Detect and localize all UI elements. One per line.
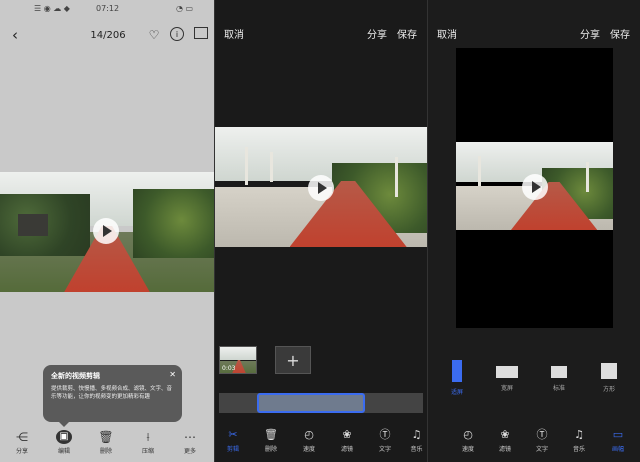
tool-speed[interactable]: ◴ 速度	[450, 428, 486, 453]
trim-selection[interactable]	[257, 393, 365, 413]
status-time: 07:12	[96, 4, 120, 13]
tool-speed-label: 速度	[461, 446, 474, 453]
gallery-viewer-screen: ☰ ◉ ☁ ◆ 07:12 ◔ ▭ ‹ 14/206 ♡ i 全新的视频剪辑 提…	[0, 0, 214, 462]
tool-delete-label: 删除	[264, 446, 277, 453]
tool-music-label: 音乐	[410, 446, 423, 453]
more-button[interactable]: ⋯ 更多	[170, 430, 210, 455]
clip-duration: 0:03	[222, 365, 236, 372]
tool-speed[interactable]: ◴ 速度	[291, 428, 327, 453]
ratio-widescreen-icon	[496, 366, 518, 378]
editor-toolbar: ✂ 剪辑 🗑 删除 ◴ 速度 ❀ 滤镜 Ⓣ 文字 ♫ 音乐	[215, 422, 427, 462]
delete-label: 删除	[99, 448, 112, 455]
share-icon: ⋲	[16, 430, 28, 444]
info-icon[interactable]: i	[170, 27, 184, 41]
favorite-heart-icon[interactable]: ♡	[146, 26, 162, 44]
tool-music[interactable]: ♫ 音乐	[405, 428, 427, 453]
tool-filter[interactable]: ❀ 滤镜	[487, 428, 523, 453]
viewer-header: ‹ 14/206 ♡ i	[0, 22, 214, 48]
editor-toolbar: ◴ 速度 ❀ 滤镜 Ⓣ 文字 ♫ 音乐 ▭ 画幅	[428, 422, 640, 462]
text-icon: Ⓣ	[536, 428, 548, 441]
aspect-ratio-screen: 取消 分享 保存 适屏 宽屏 标准 方形 ◴ 速度 ❀ 滤镜 Ⓣ 文字 ♫ 音乐…	[427, 0, 640, 462]
tool-text-label: 文字	[378, 446, 391, 453]
delete-button[interactable]: 🗑 删除	[86, 430, 126, 455]
video-preview[interactable]	[456, 142, 613, 230]
edit-label: 编辑	[57, 448, 70, 455]
filter-icon: ❀	[342, 428, 352, 441]
video-editor-screen: 取消 分享 保存 0:03 + ✂ 剪辑 🗑 删除 ◴ 速度 ❀ 滤镜 Ⓣ 文字…	[214, 0, 427, 462]
compress-button[interactable]: ⟊ 压缩	[128, 430, 168, 455]
save-button[interactable]: 保存	[610, 26, 630, 41]
ratio-fit-label: 适屏	[450, 389, 463, 396]
tool-cut[interactable]: ✂ 剪辑	[215, 428, 251, 453]
speed-icon: ◴	[304, 428, 314, 441]
share-button[interactable]: 分享	[580, 26, 600, 41]
scissors-icon: ✂	[228, 428, 238, 441]
close-icon[interactable]: ✕	[169, 370, 176, 379]
tool-music[interactable]: ♫ 音乐	[561, 428, 597, 453]
tool-text[interactable]: Ⓣ 文字	[367, 428, 403, 453]
feature-tooltip: 全新的视频剪辑 提供裁剪、快慢播、多视频合成、滤镜、文字、音乐等功能，让你的视频…	[43, 365, 182, 427]
cancel-button[interactable]: 取消	[224, 26, 244, 41]
ratio-fit[interactable]: 适屏	[434, 360, 480, 396]
tool-frame[interactable]: ▭ 画幅	[600, 428, 636, 453]
ratio-square-icon	[601, 363, 617, 379]
film-edit-icon: ▣	[56, 430, 72, 444]
share-button[interactable]: 分享	[367, 26, 387, 41]
clip-thumbnail[interactable]: 0:03	[219, 346, 257, 374]
tool-filter-label: 滤镜	[340, 446, 353, 453]
share-label: 分享	[15, 448, 28, 455]
video-preview[interactable]	[0, 172, 214, 292]
tooltip-title: 全新的视频剪辑	[51, 372, 100, 380]
trash-icon: 🗑	[98, 430, 114, 444]
edit-button[interactable]: ▣ 编辑	[44, 430, 84, 455]
compress-icon: ⟊	[146, 430, 150, 444]
tool-music-label: 音乐	[572, 446, 585, 453]
tool-text-label: 文字	[535, 446, 548, 453]
image-details-icon[interactable]	[194, 27, 208, 39]
video-preview[interactable]	[215, 127, 427, 247]
tool-text[interactable]: Ⓣ 文字	[524, 428, 560, 453]
speed-icon: ◴	[463, 428, 473, 441]
text-icon: Ⓣ	[379, 428, 391, 441]
tool-frame-label: 画幅	[611, 446, 624, 453]
canvas-frame	[456, 48, 613, 328]
tool-filter-label: 滤镜	[498, 446, 511, 453]
more-icon: ⋯	[184, 430, 196, 444]
ratio-standard-icon	[551, 366, 567, 378]
back-icon[interactable]: ‹	[8, 26, 22, 44]
ratio-standard[interactable]: 标准	[536, 360, 582, 392]
cancel-button[interactable]: 取消	[437, 26, 457, 41]
play-icon[interactable]	[308, 175, 334, 201]
add-clip-button[interactable]: +	[275, 346, 311, 374]
play-icon[interactable]	[522, 174, 548, 200]
ratio-widescreen[interactable]: 宽屏	[484, 360, 530, 392]
save-button[interactable]: 保存	[397, 26, 417, 41]
viewer-bottom-bar: ⋲ 分享 ▣ 编辑 🗑 删除 ⟊ 压缩 ⋯ 更多	[0, 426, 214, 462]
photo-counter: 14/206	[90, 29, 126, 41]
ratio-square-label: 方形	[602, 386, 615, 393]
music-icon: ♫	[574, 428, 584, 441]
music-icon: ♫	[411, 428, 422, 441]
tool-filter[interactable]: ❀ 滤镜	[329, 428, 365, 453]
tool-delete[interactable]: 🗑 删除	[253, 428, 289, 453]
filter-icon: ❀	[500, 428, 510, 441]
more-label: 更多	[183, 448, 196, 455]
ratio-widescreen-label: 宽屏	[500, 385, 513, 392]
tool-cut-label: 剪辑	[226, 446, 239, 453]
screenshot-collage: ☰ ◉ ☁ ◆ 07:12 ◔ ▭ ‹ 14/206 ♡ i 全新的视频剪辑 提…	[0, 0, 640, 462]
trim-timeline[interactable]	[219, 393, 423, 413]
status-icons-right: ◔ ▭	[176, 4, 194, 13]
ratio-fit-icon	[452, 360, 462, 382]
status-bar: ☰ ◉ ☁ ◆ 07:12 ◔ ▭	[0, 4, 214, 18]
share-button[interactable]: ⋲ 分享	[2, 430, 42, 455]
ratio-standard-label: 标准	[552, 385, 565, 392]
ratio-square[interactable]: 方形	[586, 360, 632, 393]
tool-speed-label: 速度	[302, 446, 315, 453]
status-icons-left: ☰ ◉ ☁ ◆	[34, 4, 70, 13]
play-icon[interactable]	[93, 218, 119, 244]
frame-icon: ▭	[612, 428, 624, 441]
compress-label: 压缩	[141, 448, 154, 455]
tooltip-body: 提供裁剪、快慢播、多视频合成、滤镜、文字、音乐等功能，让你的视频变的更加精彩有趣	[51, 386, 173, 400]
trash-icon: 🗑	[264, 428, 278, 441]
